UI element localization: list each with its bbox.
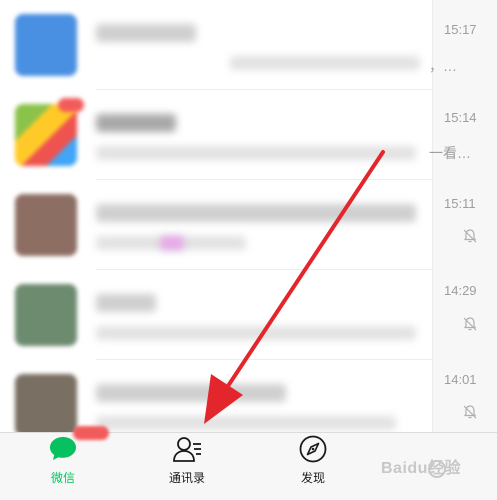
watermark: Baidu经验 [381,460,461,477]
chat-snippet-blurred [96,416,396,430]
chat-row[interactable] [0,0,497,90]
chat-title-blurred [96,294,156,312]
tab-discover[interactable]: 发现 [268,433,358,500]
tab-label: 发现 [300,471,325,485]
tab-chats[interactable]: 微信 [18,433,108,500]
chat-title-blurred [96,384,286,402]
chat-time: 14:01 [444,372,477,387]
contacts-icon [173,437,201,462]
tab-contacts[interactable]: 通讯录 [142,433,232,500]
chat-title-blurred [96,204,416,222]
chat-row[interactable] [0,180,497,270]
chat-title-blurred [96,114,176,132]
mute-bell-icon [463,317,477,331]
avatar [15,104,77,166]
chat-snippet-tail: 一看… [429,145,471,161]
avatar [15,374,77,436]
avatar [15,14,77,76]
tab-label: 通讯录 [168,471,205,485]
chat-time: 14:29 [444,283,477,298]
tab-label: 微信 [50,471,75,485]
chat-snippet-tail: ，… [429,58,457,74]
avatar [15,284,77,346]
unread-badge [73,426,109,440]
chat-time: 15:17 [444,22,477,37]
chat-title-blurred [96,24,196,42]
mute-bell-icon [463,229,477,243]
chat-snippet-blurred [230,56,420,70]
mute-bell-icon [463,405,477,419]
chat-time: 15:11 [444,196,476,211]
chat-row[interactable] [0,90,497,180]
unread-badge [58,98,84,112]
chat-snippet-blurred [96,326,416,340]
avatar [15,194,77,256]
chat-list [0,0,497,436]
chat-row[interactable] [0,270,497,360]
chat-time: 15:14 [444,110,477,125]
compass-icon [299,435,327,463]
chat-snippet-blurred [96,146,416,160]
